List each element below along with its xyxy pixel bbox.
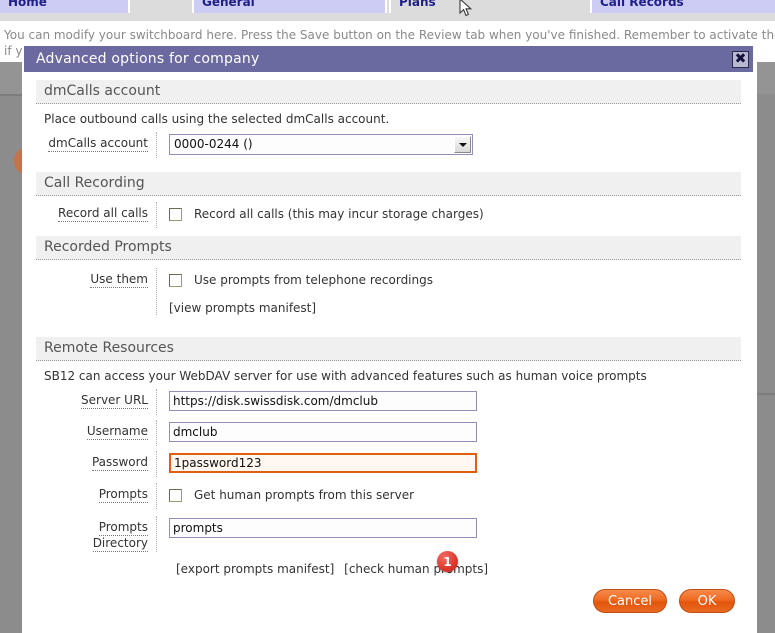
modal-backdrop-left-top: [0, 62, 22, 94]
label-password-text: Password: [91, 455, 148, 471]
record-all-calls-checkbox[interactable]: [169, 207, 182, 221]
dmcalls-account-select[interactable]: 0000-0244 (): [169, 134, 473, 155]
section-header-call-recording: Call Recording: [36, 172, 741, 196]
get-human-prompts-checkbox-label: Get human prompts from this server: [194, 488, 415, 502]
check-human-prompts-link[interactable]: [check human prompts]: [344, 562, 488, 576]
use-prompts-checkbox-label: Use prompts from telephone recordings: [194, 273, 433, 287]
modal-backdrop-right-top: [757, 62, 775, 94]
page-instructions: You can modify your switchboard here. Pr…: [4, 28, 775, 42]
tab-general[interactable]: General: [192, 0, 387, 13]
row-use-prompts: Use them Use prompts from telephone reco…: [24, 260, 753, 315]
modal-backdrop-left-divider: [0, 94, 22, 96]
tab-home-label: Home: [8, 0, 47, 9]
control-get-prompts: Get human prompts from this server: [169, 483, 753, 502]
use-prompts-checkbox[interactable]: [169, 273, 182, 287]
label-prompts-directory-line2: Directory: [92, 536, 148, 552]
export-prompts-manifest-link[interactable]: [export prompts manifest]: [176, 562, 334, 576]
label-dmcalls-account: dmCalls account: [44, 132, 156, 152]
row-get-prompts: Prompts Get human prompts from this serv…: [24, 477, 753, 509]
row-divider: [156, 483, 157, 509]
section-header-dmcalls-account: dmCalls account: [36, 80, 741, 104]
label-prompts-directory: Prompts Directory: [44, 516, 156, 552]
row-divider: [156, 389, 157, 415]
server-url-input[interactable]: [169, 391, 477, 411]
row-divider: [156, 132, 157, 158]
control-record-all-calls: Record all calls (this may incur storage…: [169, 202, 753, 221]
row-server-url: Server URL: [24, 389, 753, 415]
control-server-url: [169, 389, 753, 411]
label-password: Password: [44, 451, 156, 471]
section-header-remote-resources: Remote Resources: [36, 337, 741, 361]
row-divider: [156, 202, 157, 228]
label-prompts-text: Prompts: [98, 487, 148, 503]
tab-call-records-label: Call Records: [600, 0, 684, 9]
row-divider: [156, 268, 157, 315]
page-instructions-continued: if y: [4, 44, 23, 58]
dmcalls-account-select-value: 0000-0244 (): [174, 137, 253, 151]
close-icon[interactable]: ✖: [732, 50, 749, 68]
row-username: Username: [24, 415, 753, 446]
prompts-directory-input[interactable]: [169, 518, 477, 538]
dialog-titlebar: Advanced options for company ✖: [24, 46, 753, 72]
view-prompts-manifest-link[interactable]: [view prompts manifest]: [169, 301, 316, 315]
control-use-prompts: Use prompts from telephone recordings [v…: [169, 268, 753, 315]
label-record-all-calls-text: Record all calls: [58, 206, 148, 222]
modal-backdrop-left: [0, 62, 22, 633]
dialog-body: dmCalls account Place outbound calls usi…: [24, 72, 753, 631]
row-password: Password: [24, 446, 753, 477]
label-server-url: Server URL: [44, 389, 156, 409]
tab-home[interactable]: Home: [0, 0, 130, 13]
tab-plans-label: Plans: [399, 0, 436, 9]
dialog-title: Advanced options for company: [36, 51, 260, 67]
label-username-text: Username: [86, 424, 148, 440]
label-username: Username: [44, 420, 156, 440]
row-prompts-directory: Prompts Directory: [24, 509, 753, 552]
row-divider: [156, 451, 157, 477]
prompts-links-row: [export prompts manifest] [check human p…: [24, 552, 753, 576]
username-input[interactable]: [169, 422, 477, 442]
label-use-them-text: Use them: [90, 272, 148, 288]
label-prompts: Prompts: [44, 483, 156, 503]
section-header-recorded-prompts: Recorded Prompts: [36, 236, 741, 260]
label-dmcalls-account-text: dmCalls account: [48, 136, 148, 152]
row-divider: [156, 516, 157, 552]
control-password: [169, 451, 753, 473]
control-username: [169, 420, 753, 442]
dmcalls-description: Place outbound calls using the selected …: [44, 112, 390, 126]
label-use-them: Use them: [44, 268, 156, 288]
chevron-down-icon[interactable]: [454, 136, 471, 153]
tab-strip-underline: [0, 13, 775, 21]
advanced-options-dialog: Advanced options for company ✖ dmCalls a…: [22, 44, 755, 633]
modal-backdrop-right-divider: [757, 393, 775, 395]
label-record-all-calls: Record all calls: [44, 202, 156, 222]
get-human-prompts-checkbox[interactable]: [169, 488, 182, 502]
control-prompts-directory: [169, 516, 753, 538]
tab-strip: Home General Plans Call Records: [0, 0, 775, 13]
modal-backdrop-right: [757, 62, 775, 633]
tab-plans[interactable]: Plans: [389, 0, 489, 13]
remote-resources-description: SB12 can access your WebDAV server for u…: [44, 369, 647, 383]
dialog-footer: Cancel OK: [593, 589, 735, 613]
tab-general-label: General: [202, 0, 255, 9]
cancel-button[interactable]: Cancel: [593, 589, 667, 613]
control-dmcalls-account: 0000-0244 (): [169, 132, 753, 155]
record-all-calls-checkbox-label: Record all calls (this may incur storage…: [194, 207, 484, 221]
row-record-all-calls: Record all calls Record all calls (this …: [24, 196, 753, 228]
tab-call-records[interactable]: Call Records: [590, 0, 775, 13]
label-prompts-directory-line1: Prompts: [98, 520, 148, 536]
row-dmcalls-account: dmCalls account 0000-0244 (): [24, 132, 753, 158]
status-badge: 1: [437, 551, 458, 572]
ok-button[interactable]: OK: [679, 589, 735, 613]
label-server-url-text: Server URL: [81, 393, 148, 409]
row-divider: [156, 420, 157, 446]
password-input[interactable]: [169, 453, 477, 473]
